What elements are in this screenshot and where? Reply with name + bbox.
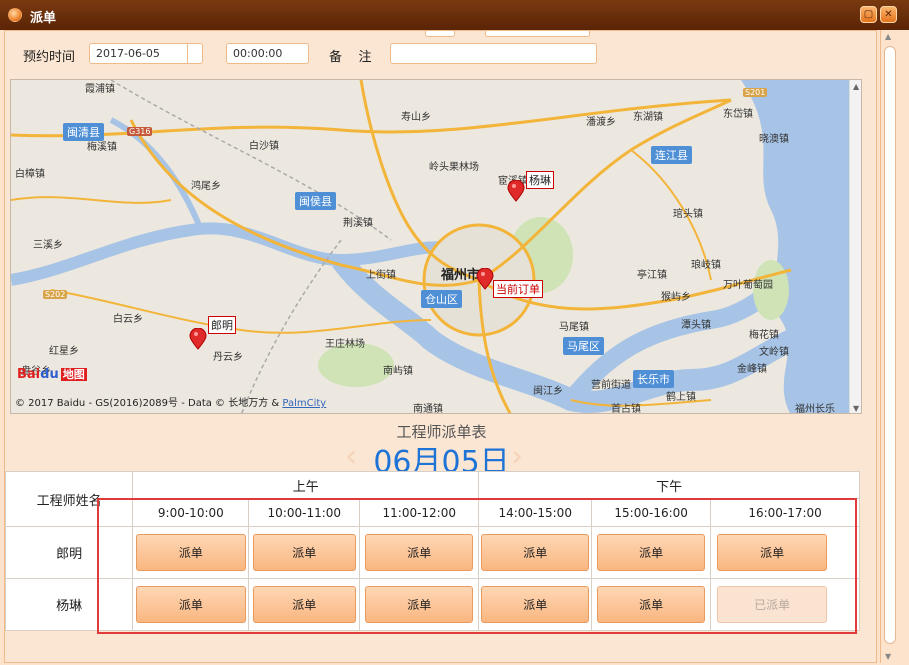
map-place: 文岭镇 xyxy=(759,347,789,358)
map-place: 南屿镇 xyxy=(383,366,413,377)
map-place: 鸿尾乡 xyxy=(191,181,221,192)
map-place: 白樟镇 xyxy=(15,169,45,180)
map-place: 红星乡 xyxy=(49,346,79,357)
pin-label-langming: 郎明 xyxy=(208,316,236,334)
maximize-button[interactable]: ▢ xyxy=(860,6,877,23)
window-scrollbar[interactable]: ▲ ▼ xyxy=(880,30,898,663)
window-title: 派单 xyxy=(30,11,57,26)
map-scrollbar[interactable]: ▲ ▼ xyxy=(849,80,861,413)
map-place: 猴屿乡 xyxy=(661,292,691,303)
map-pin-icon[interactable] xyxy=(507,180,525,202)
map-place: 东岱镇 xyxy=(723,109,753,120)
date-dropdown[interactable] xyxy=(187,43,203,64)
date-input[interactable] xyxy=(89,43,203,64)
dispatch-panel: 预约时间 备 注 xyxy=(4,30,877,663)
date-label: 预约时间 xyxy=(23,50,76,65)
map-place: 白云乡 xyxy=(113,314,143,325)
map-county: 马尾区 xyxy=(563,337,604,355)
palmcity-link[interactable]: PalmCity xyxy=(282,398,326,409)
window-titlebar: 派单 ▢ ✕ xyxy=(0,0,909,30)
map-place: 上街镇 xyxy=(366,270,396,281)
map-place: 荆溪镇 xyxy=(343,218,373,229)
map-place: 梅花镇 xyxy=(749,330,779,341)
app-icon xyxy=(8,8,22,22)
map-place: 马尾镇 xyxy=(559,322,589,333)
map-place: 鹤上镇 xyxy=(666,392,696,403)
map-county: 连江县 xyxy=(651,146,692,164)
map-place: 岭头果林场 xyxy=(429,162,479,173)
am-header: 上午 xyxy=(132,471,480,499)
map-place: 闽江乡 xyxy=(533,386,563,397)
highlight-box xyxy=(97,498,857,634)
map-place: 丹云乡 xyxy=(213,352,243,363)
map-place: 霞浦镇 xyxy=(85,84,115,95)
map-county: 长乐市 xyxy=(633,370,674,388)
map-place: 福州长乐 xyxy=(795,404,835,414)
map-place: 寿山乡 xyxy=(401,112,431,123)
note-label: 备 注 xyxy=(329,50,372,65)
map-county: 闽侯县 xyxy=(295,192,336,210)
note-input[interactable] xyxy=(390,43,597,64)
map-place: 潭头镇 xyxy=(681,320,711,331)
map-highway: S202 xyxy=(43,290,68,299)
map-pin-icon[interactable] xyxy=(189,328,207,350)
map-place: 晓澳镇 xyxy=(759,134,789,145)
map-place: 琯头镇 xyxy=(673,209,703,220)
appointment-row: 预约时间 备 注 xyxy=(5,31,876,73)
map-copyright: © 2017 Baidu - GS(2016)2089号 - Data © 长地… xyxy=(15,398,327,409)
map-place: 金峰镇 xyxy=(737,364,767,375)
map-place: 营前街道 xyxy=(591,380,631,391)
baidu-logo: Baidu 地图 xyxy=(17,367,87,382)
map-place: 三溪乡 xyxy=(33,240,63,251)
map-city: 福州市 xyxy=(441,268,481,283)
map-place: 白沙镇 xyxy=(249,141,279,152)
pin-label-current-order: 当前订单 xyxy=(493,280,543,298)
map-place: 首占镇 xyxy=(611,404,641,414)
scrollbar-thumb[interactable] xyxy=(884,46,896,644)
map-view[interactable]: 寿山乡 潘渡乡 东湖镇 东岱镇 晓澳镇 白沙镇 梅溪镇 白樟镇 鸿尾乡 岭头果林… xyxy=(10,79,862,414)
close-button[interactable]: ✕ xyxy=(880,6,897,23)
next-day-icon[interactable]: › xyxy=(511,439,523,474)
pin-label-yanglin: 杨琳 xyxy=(526,171,554,189)
map-place: 万叶葡萄园 xyxy=(723,280,773,291)
map-county: 仓山区 xyxy=(421,290,462,308)
pm-header: 下午 xyxy=(478,471,860,499)
map-place: 潘渡乡 xyxy=(586,117,616,128)
map-place: 东湖镇 xyxy=(633,112,663,123)
time-input[interactable] xyxy=(226,43,309,64)
map-highway: G316 xyxy=(127,127,153,136)
map-highway: S201 xyxy=(743,88,768,97)
map-place: 南通镇 xyxy=(413,404,443,414)
map-county: 闽清县 xyxy=(63,123,104,141)
map-pin-icon[interactable] xyxy=(476,268,494,290)
map-place: 琅岐镇 xyxy=(691,260,721,271)
map-place: 王庄林场 xyxy=(325,339,365,350)
map-place: 亭江镇 xyxy=(637,270,667,281)
